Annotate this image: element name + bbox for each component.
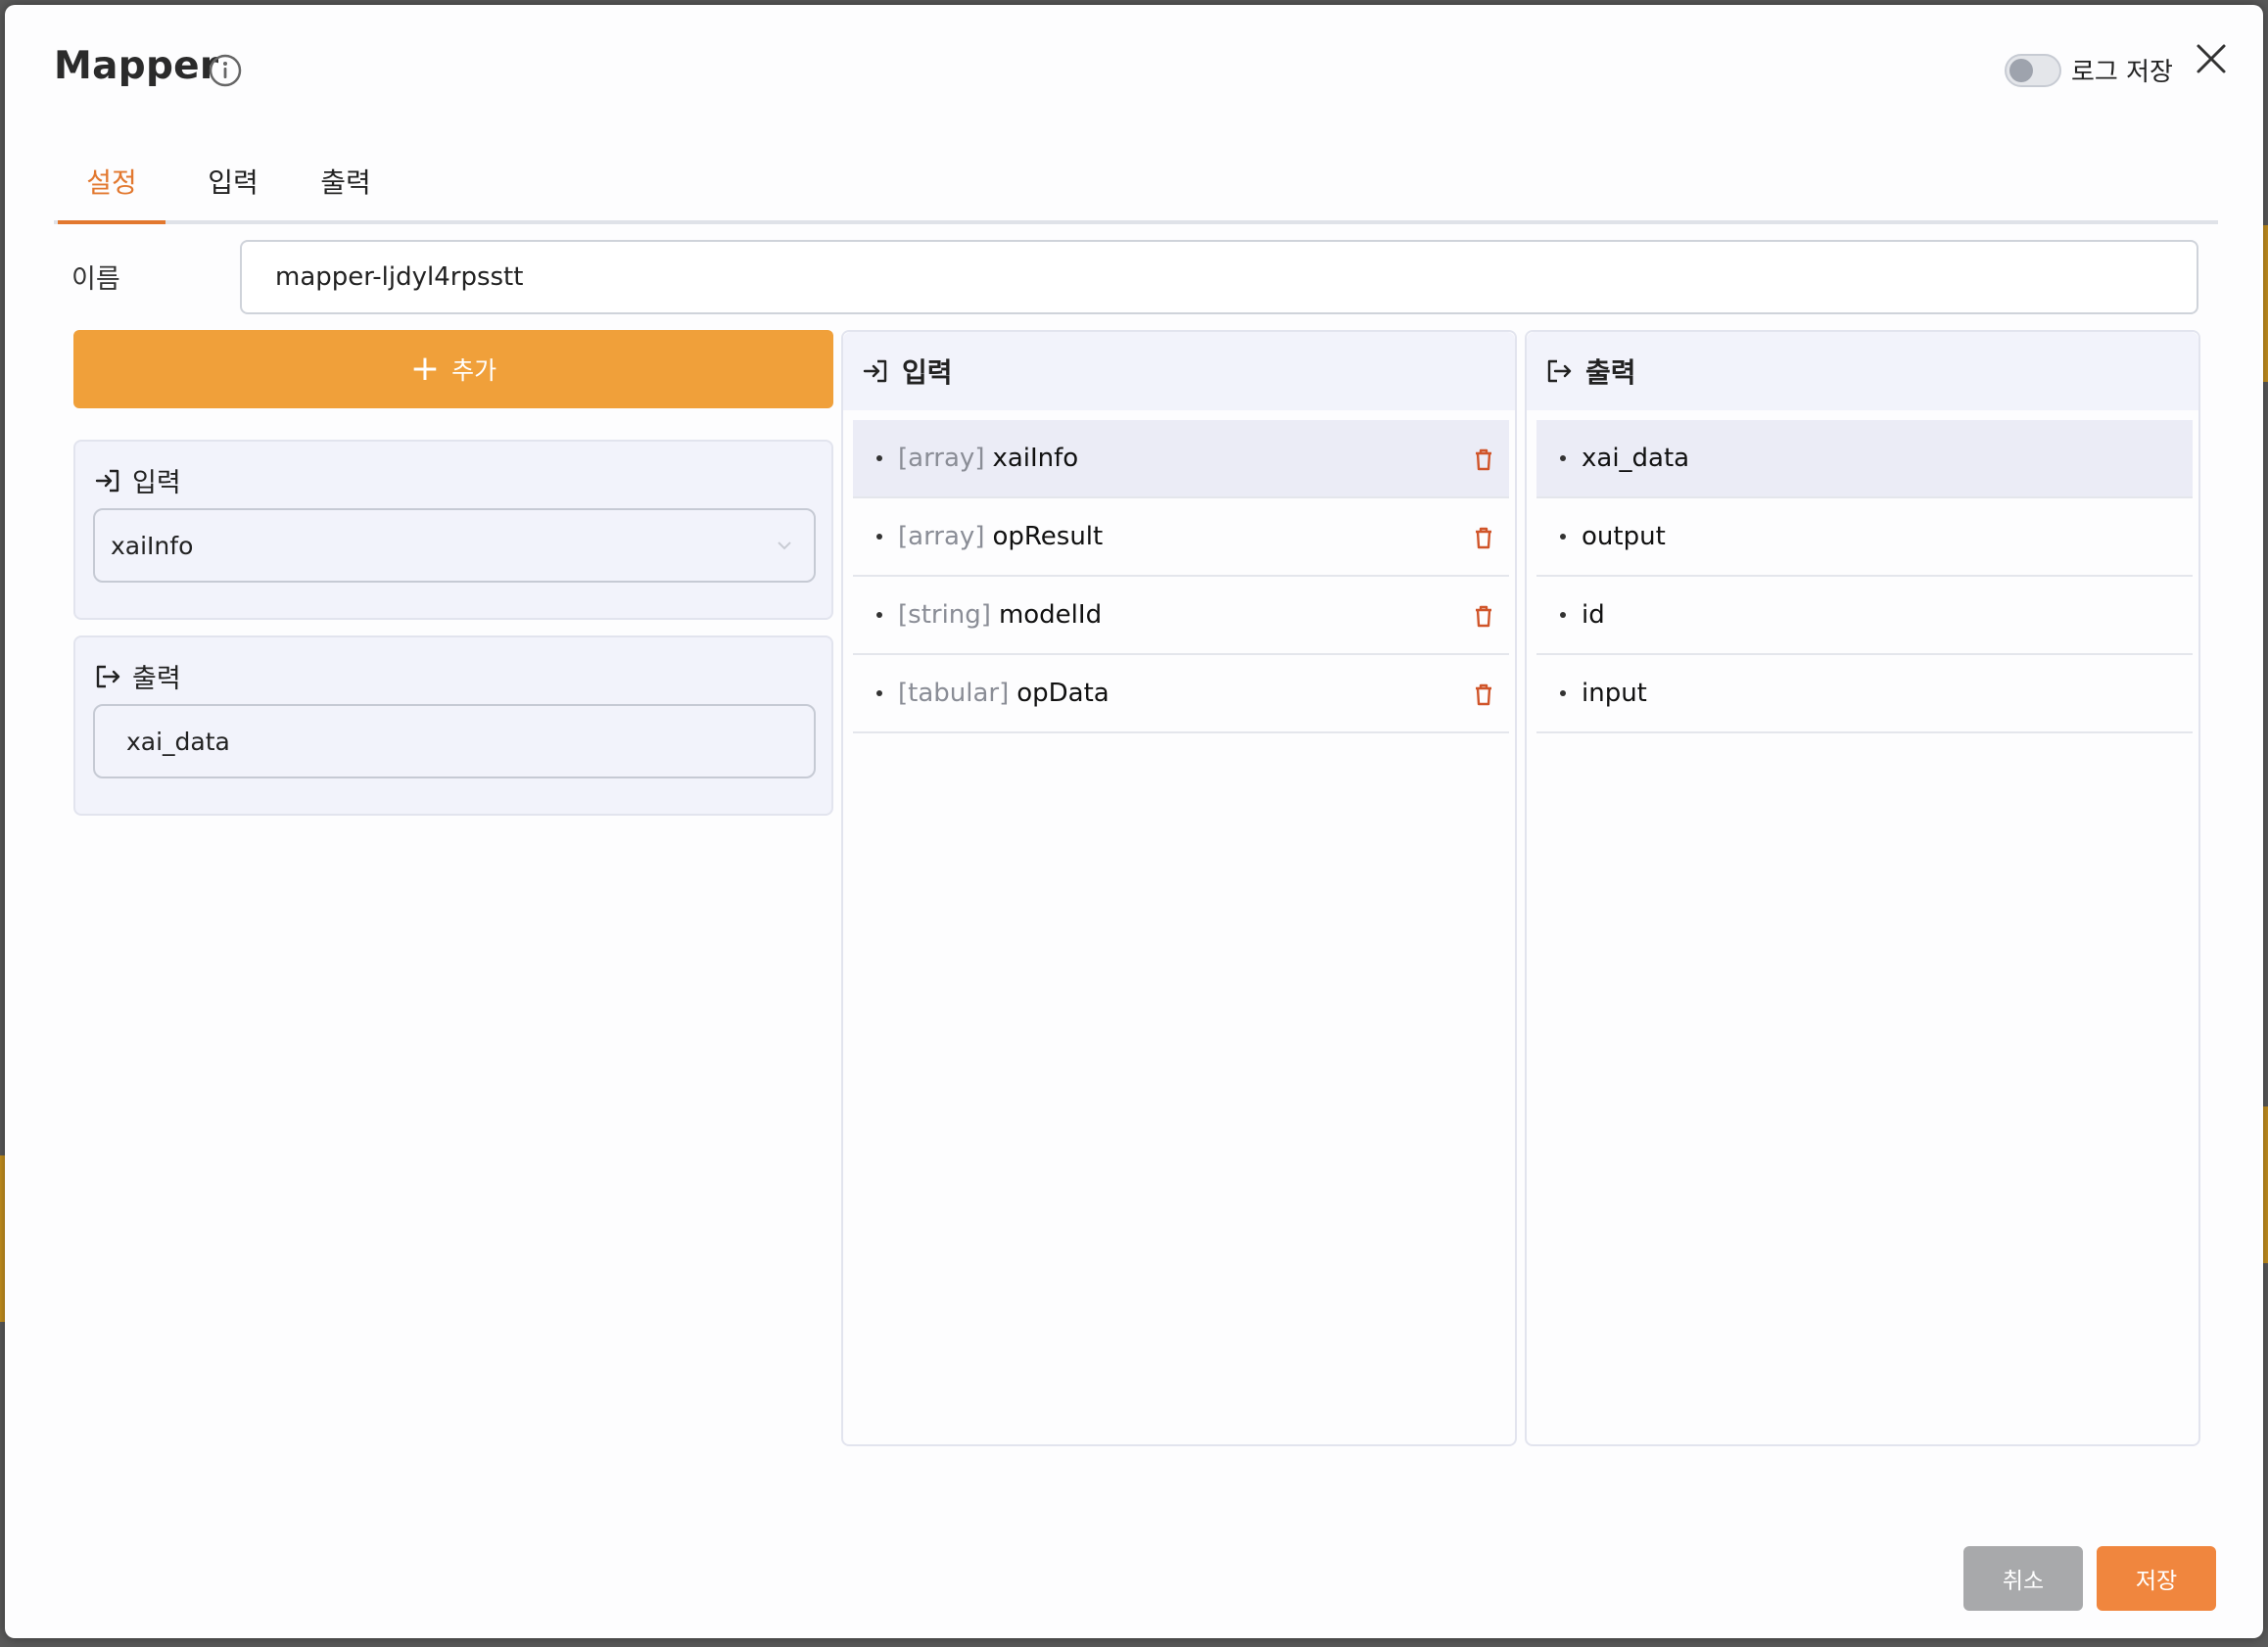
input-item-type: [tabular]	[898, 679, 1010, 708]
input-panel: 입력 [array] xaiInfo [array] opResult [str…	[841, 330, 1517, 1446]
output-item-name: output	[1582, 522, 1666, 551]
output-item-name: xai_data	[1582, 444, 1690, 473]
mapping-input-value: xaiInfo	[111, 531, 194, 560]
input-item-name: modelId	[998, 600, 1103, 630]
bullet	[876, 690, 882, 696]
bullet	[1560, 690, 1566, 696]
output-item-name: id	[1582, 600, 1605, 630]
output-item-name: input	[1582, 679, 1647, 708]
trash-icon[interactable]	[1470, 524, 1497, 551]
input-item-type: [array]	[898, 522, 985, 551]
input-item-opresult[interactable]: [array] opResult	[853, 498, 1509, 577]
input-panel-title: 입력	[902, 356, 953, 389]
output-item-id[interactable]: id	[1536, 577, 2193, 655]
name-label: 이름	[71, 264, 120, 295]
trash-icon[interactable]	[1470, 446, 1497, 473]
dialog-title: Mapper	[54, 44, 219, 88]
info-icon[interactable]	[207, 52, 244, 89]
mapping-input-card: 입력 xaiInfo	[73, 440, 833, 620]
plus-icon: +	[409, 349, 441, 389]
input-item-modelid[interactable]: [string] modelId	[853, 577, 1509, 655]
add-mapping-button[interactable]: + 추가	[73, 330, 833, 408]
close-icon[interactable]	[2189, 36, 2234, 81]
input-item-name: opData	[1016, 679, 1110, 708]
mapping-output-field[interactable]: xai_data	[93, 704, 816, 778]
bullet	[876, 612, 882, 618]
tab-bar: 설정 입력 출력	[54, 152, 2218, 224]
output-item-input[interactable]: input	[1536, 655, 2193, 733]
bullet	[876, 534, 882, 540]
input-item-name: opResult	[992, 522, 1104, 551]
log-save-toggle[interactable]	[2005, 54, 2061, 87]
chevron-down-icon	[778, 541, 791, 550]
mapping-output-header: 출력	[93, 657, 181, 695]
mapping-input-select[interactable]: xaiInfo	[93, 508, 816, 583]
add-button-label: 추가	[451, 356, 497, 385]
tab-settings[interactable]: 설정	[58, 162, 165, 224]
input-item-opdata[interactable]: [tabular] opData	[853, 655, 1509, 733]
sign-in-icon	[863, 359, 887, 383]
sign-out-icon	[1547, 359, 1572, 383]
trash-icon[interactable]	[1470, 602, 1497, 630]
mapping-input-label: 입력	[132, 468, 181, 498]
input-item-xaiinfo[interactable]: [array] xaiInfo	[853, 420, 1509, 498]
output-item-xai-data[interactable]: xai_data	[1536, 420, 2193, 498]
bullet	[1560, 612, 1566, 618]
input-panel-header: 입력	[843, 332, 1515, 410]
cancel-button[interactable]: 취소	[1963, 1546, 2083, 1611]
bullet	[876, 455, 882, 461]
mapping-input-header: 입력	[93, 461, 181, 499]
mapping-output-card: 출력 xai_data	[73, 635, 833, 816]
output-item-output[interactable]: output	[1536, 498, 2193, 577]
sign-in-icon	[95, 469, 119, 492]
log-save-label: 로그 저장	[2071, 58, 2173, 87]
input-item-name: xaiInfo	[992, 444, 1079, 473]
trash-icon[interactable]	[1470, 681, 1497, 708]
name-input[interactable]	[240, 240, 2198, 314]
save-button[interactable]: 저장	[2097, 1546, 2216, 1611]
mapping-output-label: 출력	[132, 664, 181, 694]
output-panel-header: 출력	[1527, 332, 2198, 410]
mapper-dialog: Mapper 로그 저장 설정 입력 출력 이름 + 추가 입력 xaiInfo	[5, 5, 2263, 1638]
input-item-type: [string]	[898, 600, 991, 630]
toggle-knob	[2009, 59, 2033, 82]
output-panel: 출력 xai_data output id input	[1525, 330, 2200, 1446]
mapping-output-value: xai_data	[126, 727, 230, 756]
tab-output[interactable]: 출력	[297, 162, 395, 224]
sign-out-icon	[96, 665, 120, 687]
tab-input[interactable]: 입력	[189, 162, 277, 224]
input-item-type: [array]	[898, 444, 985, 473]
bullet	[1560, 534, 1566, 540]
output-panel-title: 출력	[1585, 356, 1636, 389]
bullet	[1560, 455, 1566, 461]
